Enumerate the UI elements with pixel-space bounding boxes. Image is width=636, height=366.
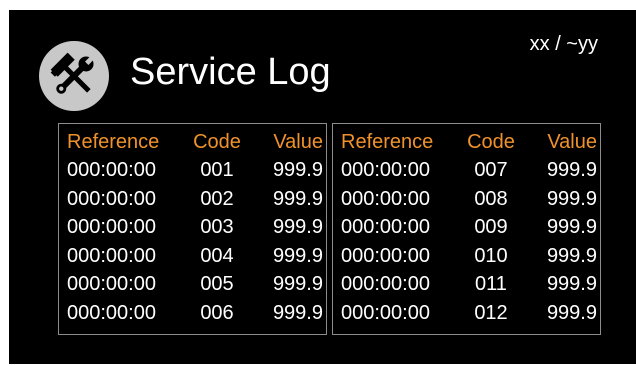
value-cell: 999.9	[546, 159, 597, 182]
reference-cell: 000:00:00	[67, 301, 156, 324]
code-cell: 005	[200, 273, 234, 296]
page-title: Service Log	[130, 51, 331, 93]
reference-cell: 000:00:00	[341, 301, 430, 324]
reference-cell: 000:00:00	[341, 159, 430, 182]
value-cell: 999.9	[546, 216, 597, 239]
column-header-code: Code	[193, 130, 241, 153]
table-row: 000:00:00 006 999.9	[59, 299, 326, 328]
reference-cell: 000:00:00	[341, 187, 430, 210]
column-header-value: Value	[547, 130, 597, 153]
code-cell: 001	[200, 159, 234, 182]
code-cell: 004	[200, 244, 234, 267]
log-table-left: Reference Code Value 000:00:00 001 999.9…	[58, 123, 327, 335]
reference-cell: 000:00:00	[67, 187, 156, 210]
code-cell: 002	[200, 187, 234, 210]
table-row: 000:00:00 007 999.9	[333, 157, 600, 186]
code-cell: 010	[474, 244, 508, 267]
value-cell: 999.9	[272, 216, 323, 239]
column-header-value: Value	[273, 130, 323, 153]
table-row: 000:00:00 012 999.9	[333, 299, 600, 328]
reference-cell: 000:00:00	[67, 216, 156, 239]
table-row: 000:00:00 011 999.9	[333, 271, 600, 300]
page-indicator: xx / ~yy	[529, 33, 598, 55]
table-row: 000:00:00 004 999.9	[59, 242, 326, 271]
value-cell: 999.9	[272, 187, 323, 210]
column-header-code: Code	[467, 130, 515, 153]
table-row: 000:00:00 003 999.9	[59, 214, 326, 243]
column-header-reference: Reference	[341, 130, 434, 153]
table-row: 000:00:00 005 999.9	[59, 271, 326, 300]
value-cell: 999.9	[546, 301, 597, 324]
reference-cell: 000:00:00	[341, 273, 430, 296]
reference-cell: 000:00:00	[67, 244, 156, 267]
reference-cell: 000:00:00	[67, 273, 156, 296]
code-cell: 011	[475, 273, 507, 296]
code-cell: 006	[200, 301, 234, 324]
code-cell: 009	[474, 216, 508, 239]
table-row: 000:00:00 002 999.9	[59, 185, 326, 214]
column-header-reference: Reference	[67, 130, 160, 153]
hammer-wrench-icon	[39, 41, 109, 111]
code-cell: 012	[474, 301, 508, 324]
value-cell: 999.9	[546, 187, 597, 210]
table-row: 000:00:00 009 999.9	[333, 214, 600, 243]
display-screen: Service Log xx / ~yy Reference Code Valu…	[9, 10, 636, 364]
value-cell: 999.9	[272, 159, 323, 182]
table-row: 000:00:00 010 999.9	[333, 242, 600, 271]
reference-cell: 000:00:00	[67, 159, 156, 182]
table-row: 000:00:00 001 999.9	[59, 157, 326, 186]
code-cell: 007	[474, 159, 508, 182]
value-cell: 999.9	[272, 301, 323, 324]
code-cell: 008	[474, 187, 508, 210]
reference-cell: 000:00:00	[341, 244, 430, 267]
value-cell: 999.9	[546, 244, 597, 267]
value-cell: 999.9	[272, 273, 323, 296]
code-cell: 003	[200, 216, 234, 239]
table-row: 000:00:00 008 999.9	[333, 185, 600, 214]
value-cell: 999.9	[546, 273, 597, 296]
log-table-right: Reference Code Value 000:00:00 007 999.9…	[332, 123, 601, 335]
reference-cell: 000:00:00	[341, 216, 430, 239]
value-cell: 999.9	[272, 244, 323, 267]
